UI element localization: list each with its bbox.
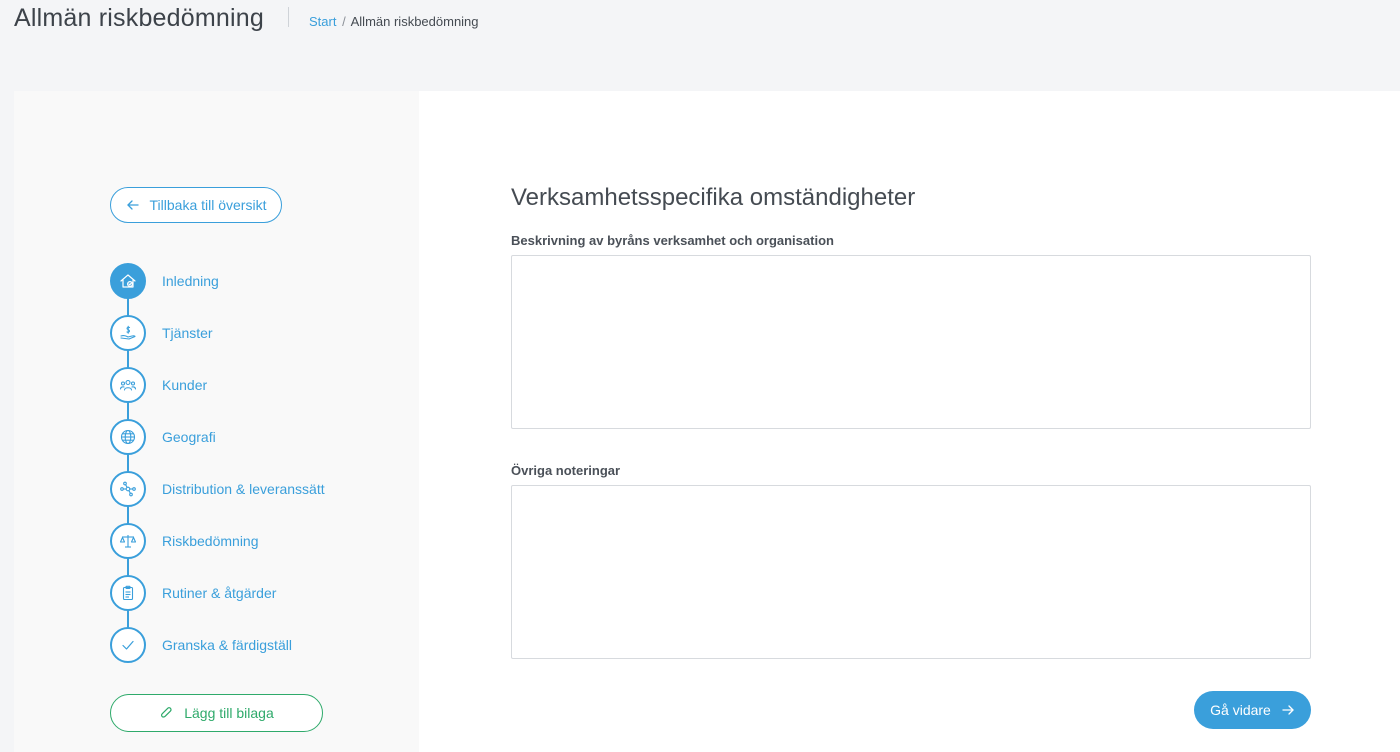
step-circle [110,315,146,351]
step-circle [110,471,146,507]
clipboard-icon [122,585,134,601]
step-circle [110,367,146,403]
people-icon [119,379,137,391]
step-riskbedomning[interactable]: Riskbedömning [110,523,410,559]
step-inledning[interactable]: Inledning [110,263,410,299]
arrow-left-icon [126,200,139,210]
step-kunder[interactable]: Kunder [110,367,410,403]
step-circle [110,523,146,559]
back-to-overview-label: Tillbaka till översikt [149,197,267,213]
business-description-textarea[interactable] [511,255,1311,429]
hand-dollar-icon [120,325,136,340]
step-label: Riskbedömning [162,533,259,549]
step-label: Tjänster [162,325,213,341]
step-circle [110,419,146,455]
step-label: Inledning [162,273,219,289]
step-circle [110,575,146,611]
step-tjanster[interactable]: Tjänster [110,315,410,351]
breadcrumb-current: Allmän riskbedömning [350,14,479,29]
add-attachment-button[interactable]: Lägg till bilaga [110,694,323,732]
scale-icon [119,535,137,548]
breadcrumb: Start / Allmän riskbedömning [309,14,479,29]
page-title: Allmän riskbedömning [14,4,264,32]
step-circle [110,627,146,663]
step-label: Distribution & leveranssätt [162,481,325,497]
step-label: Granska & färdigställ [162,637,292,653]
step-label: Kunder [162,377,208,393]
arrow-right-icon [1282,705,1294,715]
step-circle [110,263,146,299]
section-title: Verksamhetsspecifika omständigheter [511,184,916,211]
step-distribution[interactable]: Distribution & leveranssätt [110,471,410,507]
step-list: Inledning Tjänster Kunder Geografi Distr… [110,263,410,663]
network-icon [120,481,136,497]
continue-button[interactable]: Gå vidare [1194,691,1311,729]
top-bar: Allmän riskbedömning Start / Allmän risk… [0,0,1400,50]
field-label-other-notes: Övriga noteringar [511,463,621,478]
breadcrumb-start-link[interactable]: Start [309,14,336,29]
step-geografi[interactable]: Geografi [110,419,410,455]
continue-label: Gå vidare [1210,702,1271,718]
title-divider [288,7,289,27]
paperclip-icon [161,706,172,718]
check-icon [122,640,134,650]
back-to-overview-button[interactable]: Tillbaka till översikt [110,187,282,223]
sidebar: Tillbaka till översikt Inledning Tjänste [14,91,419,752]
other-notes-textarea[interactable] [511,485,1311,659]
breadcrumb-separator: / [342,14,346,29]
globe-icon [120,429,136,445]
step-rutiner[interactable]: Rutiner & åtgärder [110,575,410,611]
field-label-business-description: Beskrivning av byråns verksamhet och org… [511,233,834,248]
step-label: Rutiner & åtgärder [162,585,277,601]
house-check-icon [120,274,136,288]
main-content: Verksamhetsspecifika omständigheter Besk… [419,91,1400,752]
add-attachment-label: Lägg till bilaga [184,705,274,721]
step-granska[interactable]: Granska & färdigställ [110,627,410,663]
step-label: Geografi [162,429,216,445]
